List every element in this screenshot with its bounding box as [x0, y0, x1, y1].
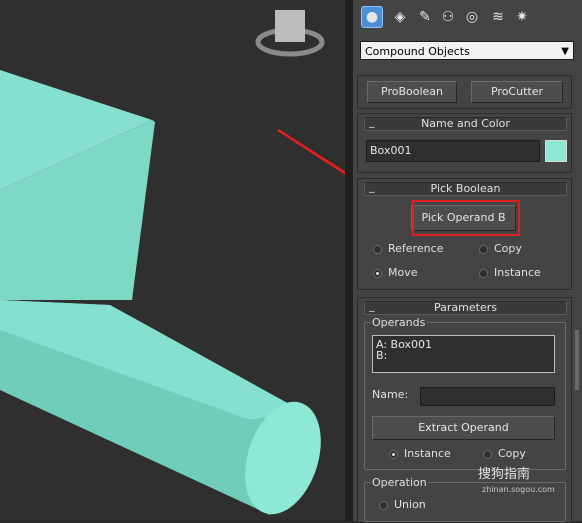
category-dropdown[interactable]: Compound Objects ▼ — [360, 41, 574, 60]
geometry-tab-icon[interactable]: ● — [361, 6, 383, 28]
proboolean-button[interactable]: ProBoolean — [367, 81, 457, 103]
collapse-icon: _ — [369, 115, 375, 128]
name-and-color-title: Name and Color — [421, 117, 510, 130]
parameters-header[interactable]: _ Parameters — [364, 299, 567, 315]
extract-instance-radio[interactable] — [389, 450, 398, 459]
lights-tab-icon[interactable]: ✎ — [414, 6, 436, 28]
shapes-tab-icon[interactable]: ◈ — [389, 6, 411, 28]
move-radio[interactable] — [373, 269, 382, 278]
object-name-field[interactable]: Box001 — [366, 140, 540, 162]
copy-radio[interactable] — [479, 245, 488, 254]
spacewarps-tab-icon[interactable]: ≋ — [487, 6, 509, 28]
operands-list[interactable]: A: Box001 B: — [372, 335, 555, 373]
command-panel-tabs: ● ◈ ✎ ⚇ ◎ ≋ ✷ — [359, 4, 579, 32]
extract-operand-button[interactable]: Extract Operand — [372, 416, 555, 440]
systems-tab-icon[interactable]: ✷ — [511, 6, 533, 28]
object-type-rollout: ProBoolean ProCutter — [357, 75, 572, 109]
viewport-separator[interactable] — [345, 0, 353, 521]
operand-name-field[interactable] — [420, 387, 555, 406]
instance-radio[interactable] — [479, 269, 488, 278]
union-radio[interactable] — [379, 501, 388, 510]
extract-copy-label: Copy — [498, 447, 526, 460]
operands-group-label: Operands — [370, 316, 428, 329]
copy-label: Copy — [494, 242, 522, 255]
extract-instance-label: Instance — [404, 447, 451, 460]
operation-group-label: Operation — [370, 476, 429, 489]
operand-b-item[interactable]: B: — [376, 350, 551, 361]
procutter-button[interactable]: ProCutter — [471, 81, 563, 103]
reference-radio[interactable] — [373, 245, 382, 254]
panel-scrollbar[interactable] — [575, 330, 579, 390]
name-and-color-rollout: _ Name and Color Box001 — [357, 113, 572, 173]
operand-name-label: Name: — [372, 388, 409, 401]
union-label: Union — [394, 498, 426, 511]
instance-label: Instance — [494, 266, 541, 279]
command-panel: ● ◈ ✎ ⚇ ◎ ≋ ✷ Compound Objects ▼ ProBool… — [353, 0, 582, 523]
collapse-icon: _ — [369, 299, 375, 312]
name-and-color-header[interactable]: _ Name and Color — [364, 115, 567, 131]
reference-label: Reference — [388, 242, 444, 255]
parameters-title: Parameters — [434, 301, 497, 314]
category-dropdown-value: Compound Objects — [365, 45, 470, 58]
operand-a-item[interactable]: A: Box001 — [376, 339, 551, 350]
helpers-tab-icon[interactable]: ◎ — [461, 6, 483, 28]
watermark-brand: 搜狗指南 — [478, 467, 531, 482]
pick-boolean-title: Pick Boolean — [430, 182, 501, 195]
extract-copy-radio[interactable] — [483, 450, 492, 459]
collapse-icon: _ — [369, 180, 375, 193]
annotation-highlight-box — [412, 200, 520, 236]
chevron-down-icon: ▼ — [561, 46, 569, 57]
move-label: Move — [388, 266, 418, 279]
cameras-tab-icon[interactable]: ⚇ — [437, 6, 459, 28]
watermark-url: zhinan.sogou.com — [482, 485, 555, 494]
object-color-swatch[interactable] — [545, 140, 567, 162]
pick-boolean-header[interactable]: _ Pick Boolean — [364, 180, 567, 196]
